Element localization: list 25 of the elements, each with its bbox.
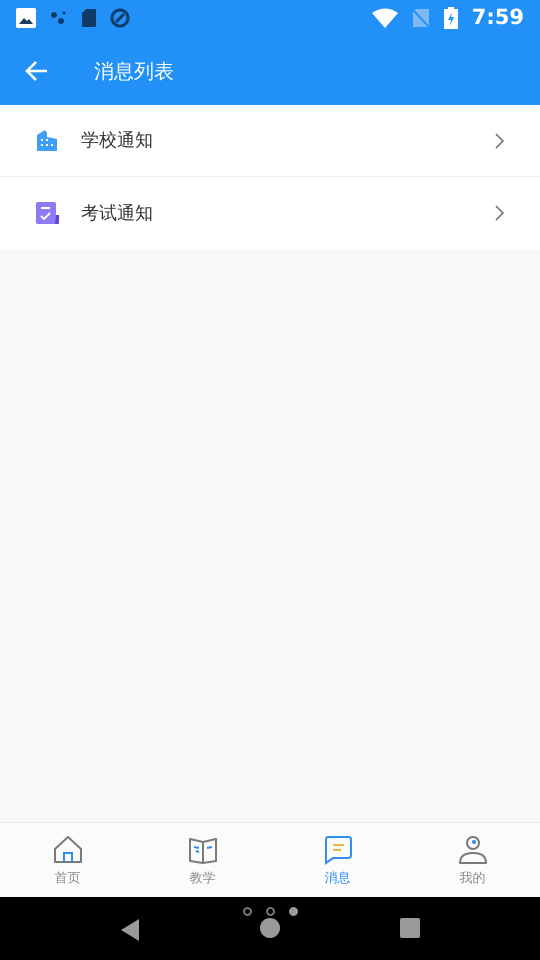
- chevron-icon: [493, 205, 505, 221]
- book-icon: [188, 835, 218, 865]
- clock-time: 7:59: [472, 4, 524, 32]
- nav-tab[interactable]: 首页: [0, 823, 135, 897]
- house-icon: [52, 835, 82, 865]
- circle-icon: [110, 8, 130, 28]
- item-label: 学校通知: [81, 129, 154, 153]
- dots-icon: [50, 10, 68, 26]
- chat-icon: [322, 835, 352, 865]
- nav-tab[interactable]: 消息: [270, 823, 405, 897]
- battery-charging-icon: [444, 7, 458, 29]
- building-icon: [35, 128, 59, 152]
- wifi-icon: [372, 8, 398, 28]
- checklist-icon: [35, 201, 59, 225]
- sd-card-icon: [82, 9, 96, 27]
- nav-tab[interactable]: 我的: [405, 823, 540, 897]
- image-icon: [16, 8, 36, 28]
- home-nav-icon[interactable]: [260, 918, 280, 938]
- no-sim-icon: [412, 8, 430, 28]
- chevron-icon: [493, 132, 505, 148]
- nav-tab[interactable]: 教学: [135, 823, 270, 897]
- person-icon: [458, 835, 488, 865]
- item-label: 考试通知: [81, 202, 154, 226]
- page-title: 消息列表: [94, 58, 174, 84]
- back-nav-icon[interactable]: [120, 918, 140, 942]
